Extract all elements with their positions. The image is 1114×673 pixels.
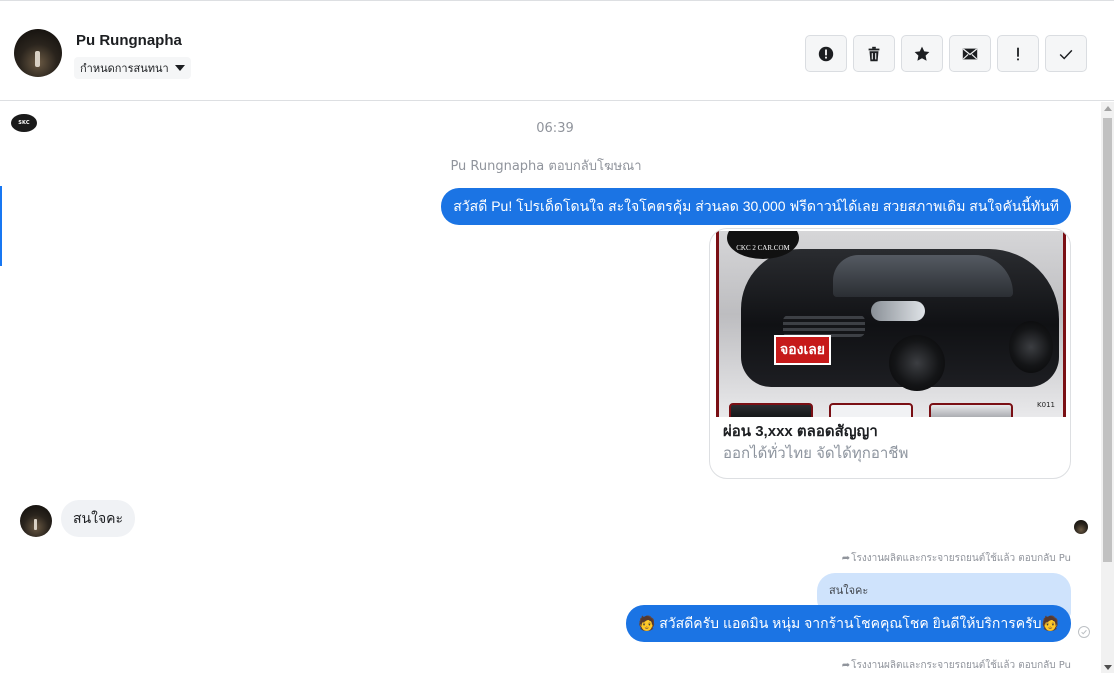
- outgoing-reply-message[interactable]: 🧑 สวัสดีครับ แอดมิน หนุ่ม จากร้านโชคคุณโ…: [625, 605, 1071, 642]
- delete-button[interactable]: [853, 35, 895, 72]
- conversation-header: Pu Rungnapha กำหนดการสนทนา: [0, 5, 1114, 101]
- assign-conversation-label: กำหนดการสนทนา: [80, 62, 169, 75]
- reply-arrow-icon: ➦: [841, 553, 851, 564]
- ad-subtitle: ออกได้ทั่วไทย จัดได้ทุกอาชีพ: [723, 445, 909, 462]
- incoming-message[interactable]: สนใจคะ: [61, 500, 136, 537]
- checkmark-icon: [1059, 49, 1073, 60]
- seen-indicator-avatar: [1074, 520, 1088, 534]
- message-thread: SKC 06:39 Pu Rungnapha ตอบกลับโฆษณา สวัส…: [0, 102, 1100, 673]
- ad-card[interactable]: CKC 2 CAR.COM จองเลย K011 ผ่อน 3,xxx ตลอ…: [709, 228, 1071, 479]
- conversation-toolbar: [805, 35, 1087, 72]
- message-timestamp: 06:39: [536, 121, 574, 136]
- thread-scrollbar[interactable]: [1101, 102, 1114, 673]
- follow-up-button[interactable]: [997, 35, 1039, 72]
- spam-button[interactable]: [805, 35, 847, 72]
- car-code: K011: [1037, 401, 1055, 409]
- active-indicator: [0, 186, 2, 266]
- sent-check-icon: [1078, 626, 1090, 638]
- ad-title: ผ่อน 3,xxx ตลอดสัญญา: [723, 423, 878, 440]
- contact-name[interactable]: Pu Rungnapha: [76, 32, 182, 49]
- contact-avatar[interactable]: [14, 29, 62, 77]
- star-icon: [914, 46, 930, 61]
- ad-reply-system-note: Pu Rungnapha ตอบกลับโฆษณา: [450, 159, 642, 174]
- scroll-thumb[interactable]: [1103, 118, 1112, 562]
- star-button[interactable]: [901, 35, 943, 72]
- assign-conversation-dropdown[interactable]: กำหนดการสนทนา: [74, 57, 191, 79]
- scroll-down-arrow-icon[interactable]: [1104, 665, 1112, 670]
- mark-unread-button[interactable]: [949, 35, 991, 72]
- envelope-icon: [962, 48, 978, 59]
- outgoing-message[interactable]: สวัสดี Pu! โปรเด็ดโดนใจ สะใจโคตรคุ้ม ส่ว…: [441, 188, 1071, 225]
- ad-car-image: CKC 2 CAR.COM จองเลย K011: [716, 231, 1066, 417]
- mark-done-button[interactable]: [1045, 35, 1087, 72]
- caret-down-icon: [174, 65, 185, 71]
- exclamation-icon: [1017, 47, 1019, 60]
- reply-arrow-icon: ➦: [841, 660, 851, 671]
- inbox-conversation-view: Pu Rungnapha กำหนดการสนทนา SKC 06:39 Pu …: [0, 0, 1114, 673]
- promo-tag: จองเลย: [774, 335, 832, 365]
- reply-note: ➦โรงงานผลิตและกระจายรถยนต์ใช้แล้ว ตอบกลั…: [841, 660, 1071, 671]
- alert-circle-icon: [818, 46, 834, 61]
- trash-icon: [868, 46, 880, 61]
- contact-avatar-small[interactable]: [20, 505, 52, 537]
- scroll-up-arrow-icon[interactable]: [1104, 106, 1112, 111]
- reply-note: ➦โรงงานผลิตและกระจายรถยนต์ใช้แล้ว ตอบกลั…: [841, 553, 1071, 564]
